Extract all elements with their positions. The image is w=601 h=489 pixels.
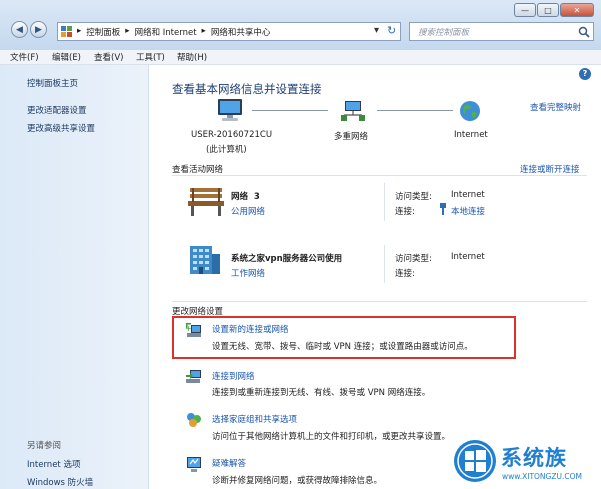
- help-glyph: ?: [582, 69, 588, 78]
- internet-label: Internet: [454, 130, 488, 140]
- multiple-networks-label: 多重网络: [334, 132, 369, 142]
- multiple-networks-icon: [340, 100, 366, 122]
- breadcrumb-item-control-panel[interactable]: 控制面板: [86, 26, 120, 38]
- back-button[interactable]: ◀: [11, 21, 28, 38]
- vertical-divider: [384, 245, 385, 283]
- forward-button[interactable]: ▶: [30, 21, 47, 38]
- connections-label: 连接:: [395, 207, 415, 217]
- access-type-value: Internet: [451, 190, 485, 200]
- breadcrumb-separator: ▸: [77, 26, 82, 36]
- access-type-label: 访问类型:: [395, 192, 432, 202]
- control-panel-icon: [61, 26, 72, 37]
- active-networks-heading: 查看活动网络: [172, 165, 224, 175]
- divider: [172, 301, 587, 302]
- map-link-line: [377, 110, 453, 111]
- address-bar[interactable]: ▸ 控制面板 ▸ 网络和 Internet ▸ 网络和共享中心 ▾ ↻: [57, 22, 401, 41]
- task-description: 诊断并修复网络问题，或获得故障排除信息。: [212, 476, 383, 486]
- address-dropdown-icon[interactable]: ▾: [374, 25, 379, 36]
- homegroup-sharing-link[interactable]: 选择家庭组和共享选项: [212, 413, 297, 425]
- task-description: 连接到或重新连接到无线、有线、拨号或 VPN 网络连接。: [212, 388, 431, 398]
- network-name: 系统之家vpn服务器公司使用: [231, 254, 343, 264]
- network-name: 网络 3: [231, 192, 260, 202]
- search-icon[interactable]: [578, 26, 590, 38]
- menu-file[interactable]: 文件(F): [10, 51, 39, 63]
- divider: [172, 175, 587, 176]
- internet-globe-icon: [458, 99, 482, 123]
- sidebar-item-advanced-sharing[interactable]: 更改高级共享设置: [27, 122, 95, 134]
- help-icon[interactable]: ?: [579, 68, 591, 80]
- minimize-icon: —: [521, 5, 529, 15]
- network-type-link[interactable]: 公用网络: [231, 205, 265, 217]
- task-description: 访问位于其他网络计算机上的文件和打印机，或更改共享设置。: [212, 432, 451, 442]
- watermark-logo: [452, 437, 498, 485]
- refresh-icon[interactable]: ↻: [387, 24, 396, 37]
- breadcrumb-item-network-internet[interactable]: 网络和 Internet: [135, 26, 197, 38]
- computer-icon: [216, 98, 244, 122]
- maximize-icon: □: [544, 5, 552, 15]
- page-title: 查看基本网络信息并设置连接: [172, 82, 322, 96]
- sidebar-item-windows-firewall[interactable]: Windows 防火墙: [27, 476, 93, 488]
- troubleshoot-link[interactable]: 疑难解答: [212, 457, 246, 469]
- menu-edit[interactable]: 编辑(E): [52, 51, 81, 63]
- breadcrumb-separator: ▸: [125, 26, 130, 36]
- ethernet-connection-icon: [439, 203, 447, 215]
- work-network-building-icon: [186, 244, 222, 276]
- public-network-bench-icon: [186, 186, 226, 218]
- view-full-map-link[interactable]: 查看完整映射: [530, 101, 581, 113]
- minimize-button[interactable]: —: [514, 3, 536, 17]
- breadcrumb-separator: ▸: [201, 26, 206, 36]
- close-icon: ✕: [573, 5, 581, 15]
- main-content: [149, 65, 601, 489]
- breadcrumb: ▸ 控制面板 ▸ 网络和 Internet ▸ 网络和共享中心: [77, 26, 270, 38]
- breadcrumb-item-network-sharing-center[interactable]: 网络和共享中心: [211, 26, 271, 38]
- watermark-url: www.XITONGZU.COM: [502, 472, 582, 481]
- menu-view[interactable]: 查看(V): [94, 51, 123, 63]
- svg-text:+: +: [185, 324, 192, 333]
- forward-arrow-icon: ▶: [35, 24, 42, 35]
- computer-name: USER-20160721CU: [191, 130, 273, 140]
- close-button[interactable]: ✕: [560, 3, 594, 17]
- access-type-label: 访问类型:: [395, 254, 432, 264]
- setup-new-connection-link[interactable]: 设置新的连接或网络: [212, 323, 289, 335]
- troubleshoot-icon: [185, 455, 203, 473]
- new-connection-icon: +: [185, 322, 203, 340]
- connection-link[interactable]: 本地连接: [451, 205, 485, 217]
- homegroup-icon: [185, 411, 203, 429]
- search-placeholder: 搜索控制面板: [418, 28, 470, 38]
- maximize-button[interactable]: □: [537, 3, 559, 17]
- network-type-link[interactable]: 工作网络: [231, 267, 265, 279]
- connect-disconnect-link[interactable]: 连接或断开连接: [520, 163, 580, 175]
- sidebar-item-control-panel-home[interactable]: 控制面板主页: [27, 77, 78, 89]
- connect-to-network-icon: [185, 368, 203, 386]
- connect-to-network-link[interactable]: 连接到网络: [212, 370, 255, 382]
- sidebar-item-internet-options[interactable]: Internet 选项: [27, 458, 80, 470]
- back-arrow-icon: ◀: [16, 24, 23, 35]
- vertical-divider: [384, 183, 385, 221]
- see-also-heading: 另请参阅: [27, 441, 62, 451]
- connections-label: 连接:: [395, 269, 415, 279]
- menu-bar: [0, 50, 601, 65]
- sidebar-item-change-adapter[interactable]: 更改适配器设置: [27, 104, 87, 116]
- map-link-line: [252, 110, 328, 111]
- menu-help[interactable]: 帮助(H): [177, 51, 207, 63]
- computer-sub-label: (此计算机): [206, 145, 247, 155]
- task-description: 设置无线、宽带、拨号、临时或 VPN 连接；或设置路由器或访问点。: [212, 342, 473, 352]
- access-type-value: Internet: [451, 252, 485, 262]
- search-input[interactable]: 搜索控制面板: [409, 22, 594, 41]
- watermark-brand: 系统族: [501, 446, 567, 470]
- menu-tools[interactable]: 工具(T): [136, 51, 165, 63]
